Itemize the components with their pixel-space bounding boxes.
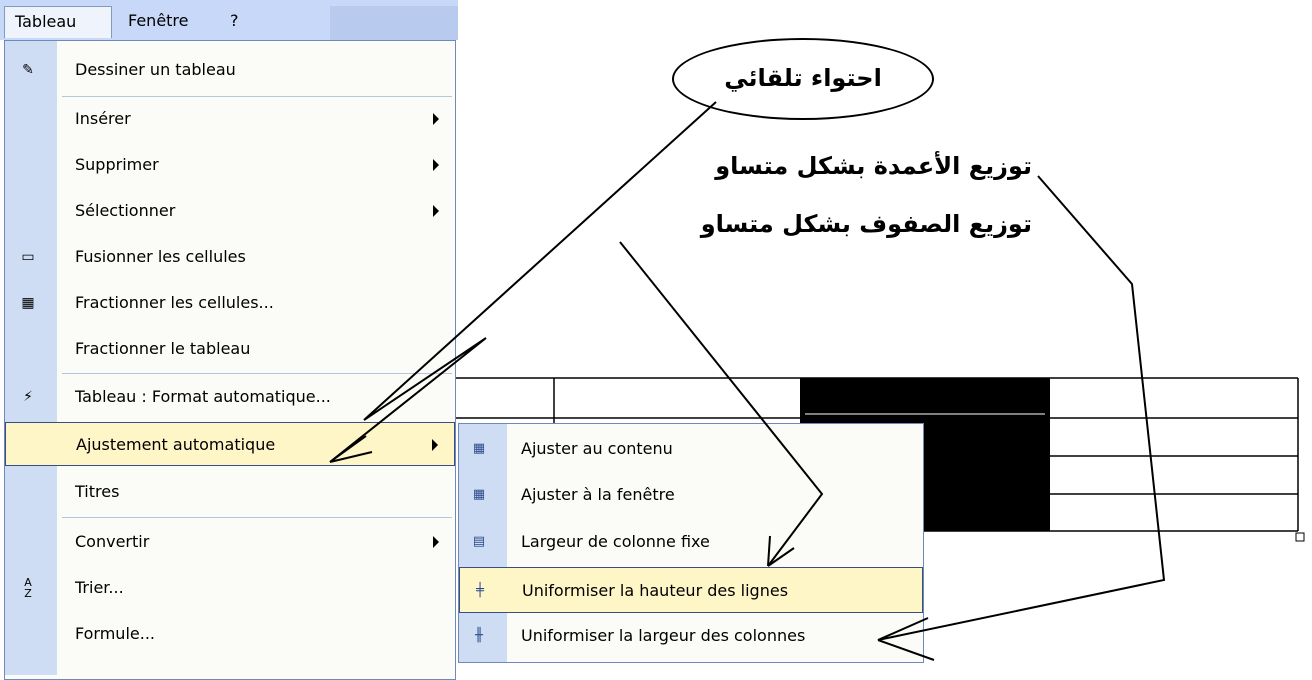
arrowhead <box>329 435 373 463</box>
annotation-arrows <box>329 101 1166 661</box>
arrow-to-ajustement <box>329 101 717 463</box>
arrow-to-uniformiser-hauteur <box>619 241 824 567</box>
arrow-to-uniformiser-largeur <box>877 175 1166 641</box>
